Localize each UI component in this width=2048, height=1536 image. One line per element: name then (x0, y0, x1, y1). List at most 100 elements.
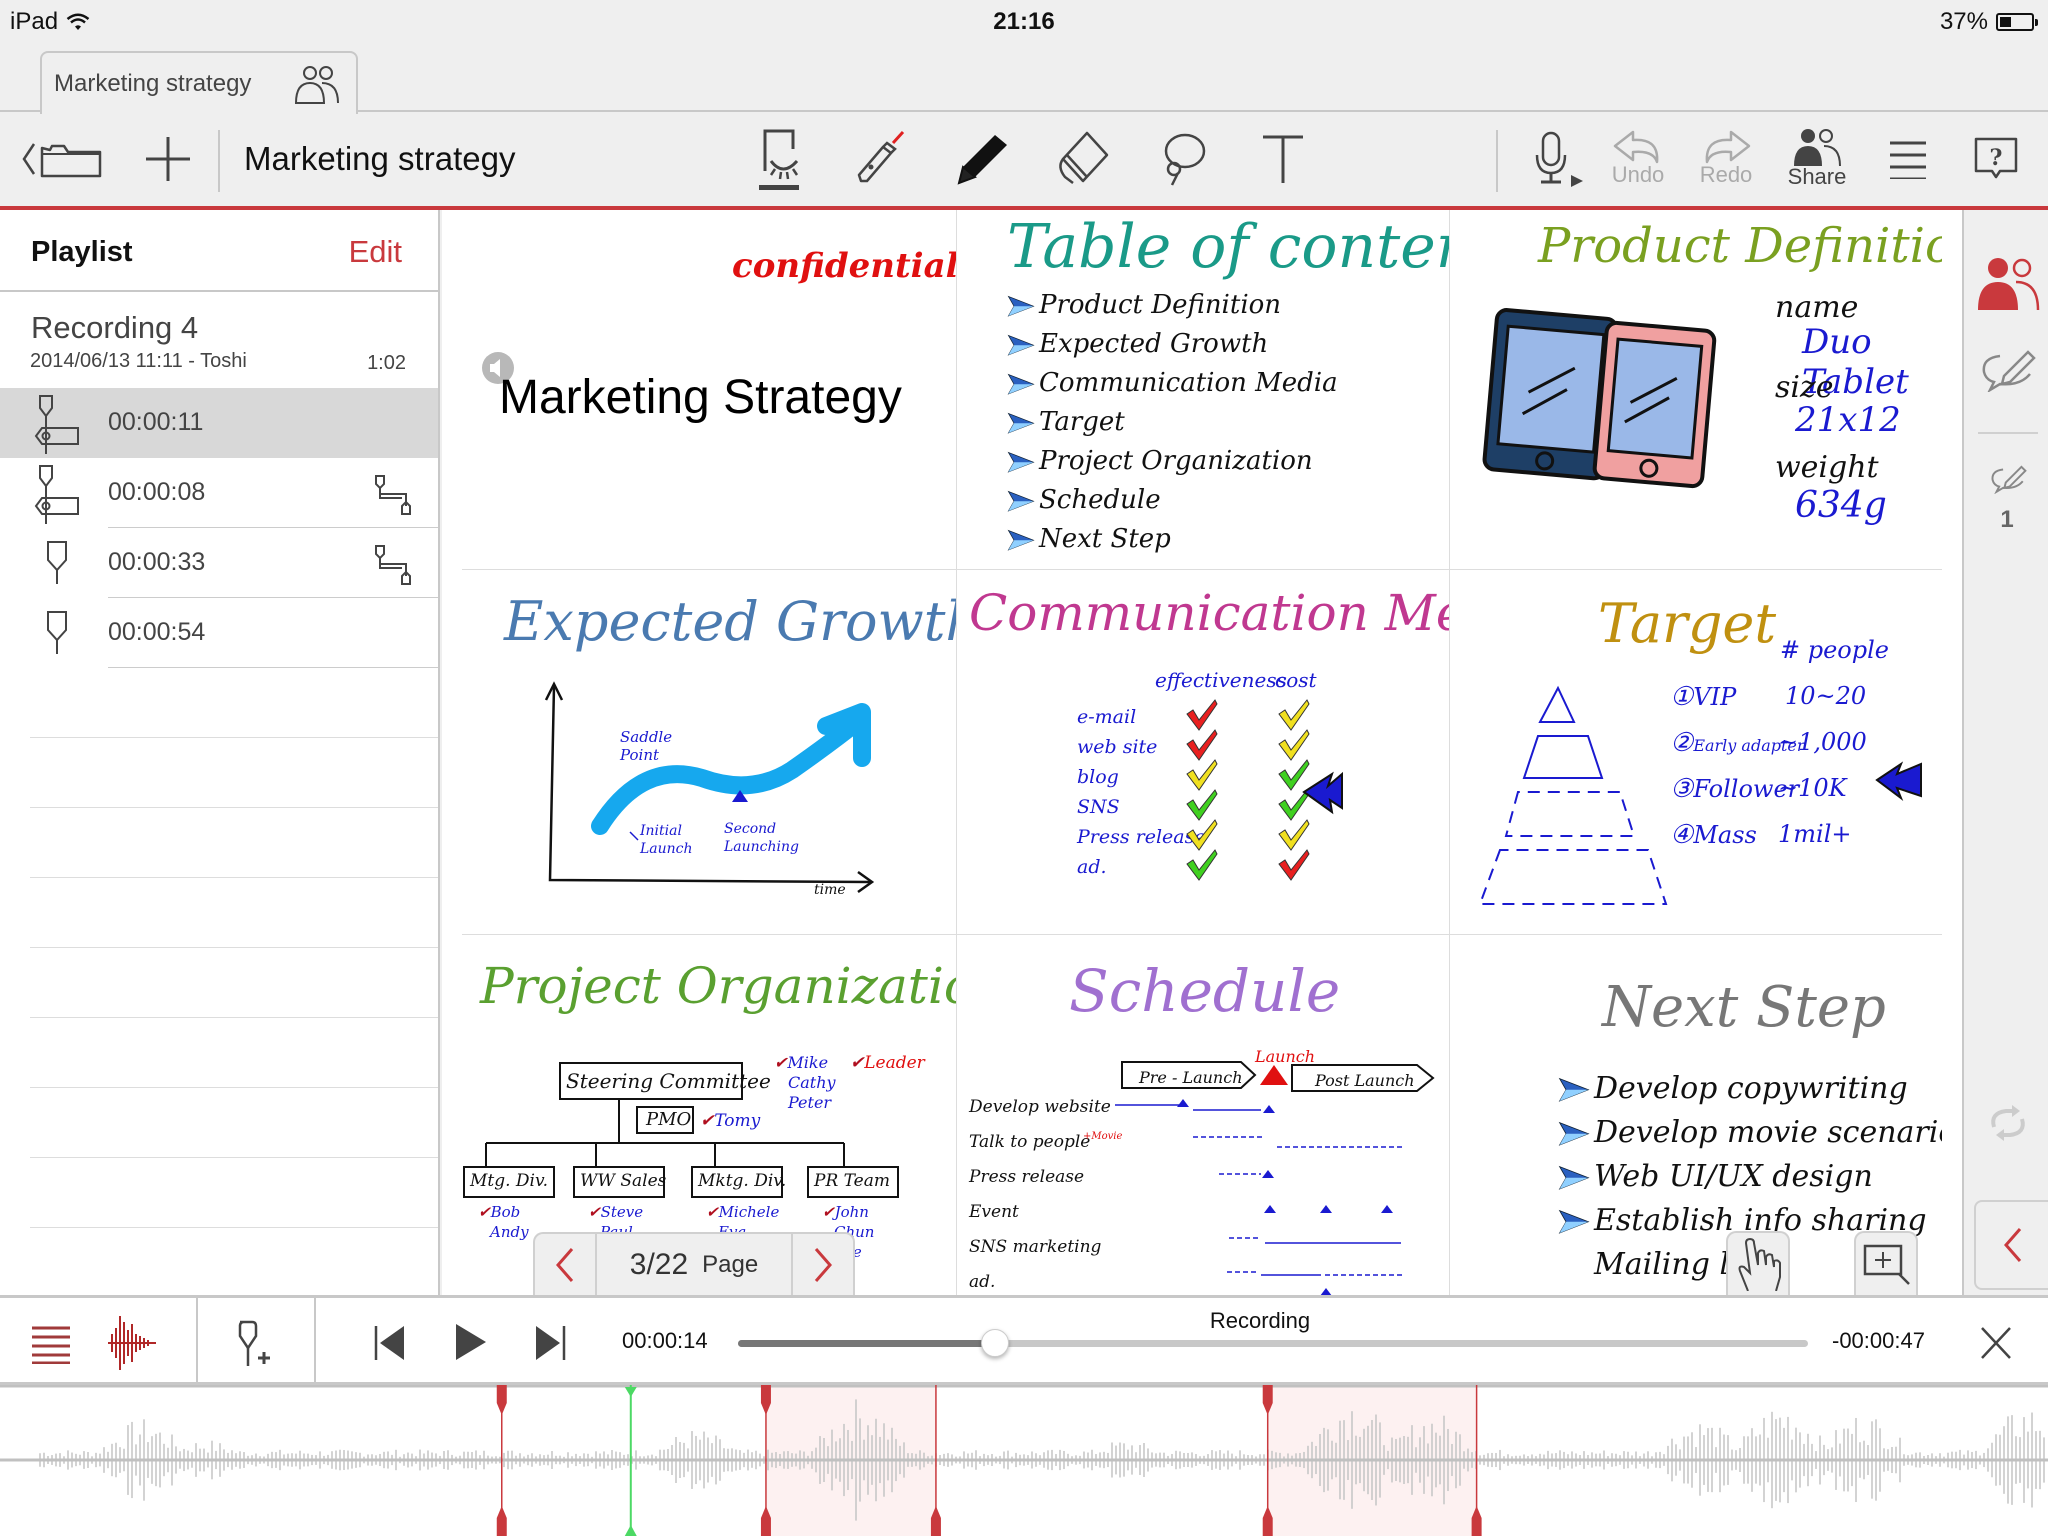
slide-schedule[interactable]: Schedule Launch Pre - Launch Post Launch… (957, 935, 1449, 1295)
next-step-item: Web UI/UX design (1558, 1155, 1942, 1199)
eraser-icon (1059, 131, 1109, 184)
hand-tool-button[interactable] (1726, 1231, 1790, 1295)
help-button[interactable]: ? (1968, 112, 2024, 206)
recording-name: Recording 4 (31, 310, 199, 345)
pre-launch-label: Pre - Launch (1139, 1068, 1243, 1087)
share-label: Share (1787, 164, 1847, 189)
page-indicator[interactable]: 3/22 Page (595, 1234, 793, 1295)
playback-slider-thumb[interactable] (980, 1329, 1009, 1357)
arrow-bullet-icon (1558, 1078, 1590, 1102)
document-tab[interactable]: Marketing strategy (40, 51, 358, 114)
previous-page-button[interactable] (535, 1234, 595, 1295)
next-page-button[interactable] (793, 1234, 853, 1295)
leader-check-icon: ✔ (774, 1053, 788, 1072)
toc-item: Schedule (1007, 481, 1338, 520)
red-check-icon (1278, 849, 1310, 881)
playlist-item[interactable]: 00:00:11 (0, 388, 438, 458)
arrow-bullet-icon (1558, 1210, 1590, 1234)
branch-icon[interactable] (374, 544, 414, 593)
document-tab-title: Marketing strategy (54, 69, 252, 97)
time-axis-label: time (814, 882, 846, 898)
notebook-canvas[interactable]: confidential Marketing Strategy Table of… (442, 210, 1962, 1295)
comm-title: Communication Media (969, 584, 1449, 642)
arrow-bullet-icon (1007, 490, 1035, 512)
effectiveness-header: effectiveness (1155, 668, 1287, 692)
zoom-in-button[interactable] (1854, 1231, 1918, 1295)
close-player-icon[interactable] (1980, 1326, 2012, 1360)
share-button[interactable]: Share (1780, 112, 1854, 206)
slide-table-of-contents[interactable]: Table of contents Product DefinitionExpe… (957, 210, 1449, 569)
comment-count: 1 (2000, 506, 2014, 533)
empty-row (0, 1018, 438, 1088)
team-box: Mktg. Div. (698, 1171, 787, 1191)
schedule-task: Develop website (969, 1097, 1111, 1117)
back-to-folder-button[interactable] (18, 112, 104, 206)
empty-row (0, 1228, 438, 1298)
tablet-illustration (1482, 308, 1717, 489)
undo-label: Undo (1611, 162, 1665, 187)
team-member: ✔Michele (706, 1203, 780, 1221)
slide-target[interactable]: Target # people ①VIP 10~20 ②Early adapter ~… (1450, 570, 1942, 934)
initial-launch-label: Initial Launch (640, 823, 693, 857)
list-view-icon[interactable] (30, 1324, 72, 1364)
eraser-tool[interactable] (1052, 112, 1114, 206)
red-check-icon (1186, 729, 1218, 761)
pen-tool[interactable] (952, 112, 1014, 206)
view-mode-tool[interactable] (752, 112, 814, 206)
tab-bar: Marketing strategy (0, 40, 2048, 114)
add-page-button[interactable] (140, 112, 196, 206)
target-count: 1mil+ (1778, 820, 1852, 848)
size-value: 21x12 (1795, 400, 1901, 440)
chevron-left-icon (556, 1247, 574, 1282)
lasso-icon (1164, 133, 1206, 186)
add-bookmark-icon[interactable] (236, 1320, 272, 1368)
bookmark-time: 00:00:11 (108, 408, 204, 436)
team-member: Andy (490, 1223, 529, 1241)
sync-icon[interactable] (1986, 1103, 2030, 1143)
playlist-item[interactable]: 00:00:08 (0, 458, 438, 528)
slide-title-page[interactable]: confidential Marketing Strategy (462, 210, 956, 569)
schedule-task: ad. (969, 1272, 996, 1292)
team-box: Mtg. Div. (470, 1171, 548, 1191)
green-check-icon (1186, 789, 1218, 821)
page-number: 3/22 (629, 1247, 689, 1281)
menu-button[interactable] (1880, 112, 1936, 206)
skip-forward-icon[interactable] (534, 1324, 566, 1362)
annotation-icon[interactable] (1980, 346, 2038, 392)
slide-communication-media[interactable]: Communication Media effectiveness cost e… (957, 570, 1449, 934)
toc-item: Expected Growth (1007, 325, 1338, 364)
playlist-item[interactable]: 00:00:54 (0, 598, 438, 668)
branch-icon[interactable] (374, 474, 414, 523)
edit-button[interactable]: Edit (349, 234, 402, 270)
empty-row (0, 738, 438, 808)
undo-button[interactable]: Undo (1604, 112, 1672, 206)
lasso-tool[interactable] (1152, 112, 1214, 206)
comments-icon[interactable] (1990, 462, 2028, 494)
green-check-icon (1186, 849, 1218, 881)
steering-member: Cathy (788, 1073, 836, 1092)
team-box: WW Sales (580, 1171, 667, 1191)
play-icon[interactable] (454, 1322, 488, 1362)
playback-slider[interactable] (738, 1340, 1808, 1347)
redo-button[interactable]: Redo (1692, 112, 1760, 206)
collapse-sidebar-button[interactable] (1974, 1200, 2048, 1290)
toc-item: Target (1007, 403, 1338, 442)
recording-entry[interactable]: Recording 4 2014/06/13 11:11 - Toshi 1:0… (0, 292, 438, 388)
skip-back-icon[interactable] (374, 1324, 406, 1362)
highlight-arrow-icon (1875, 761, 1922, 801)
playlist-item[interactable]: 00:00:33 (0, 528, 438, 598)
audio-waveform[interactable] (0, 1385, 2048, 1536)
collaborators-icon[interactable] (1976, 256, 2042, 310)
laser-pointer-tool[interactable] (850, 112, 912, 206)
slide-product-definition[interactable]: Product Definition name Duo Tablet size … (1450, 210, 1942, 569)
arrow-bullet-icon (1558, 1166, 1590, 1190)
name-label: name (1775, 290, 1859, 325)
bookmark-time: 00:00:54 (108, 618, 206, 646)
toc-item: Product Definition (1007, 286, 1338, 325)
next-step-title: Next Step (1602, 975, 1886, 1040)
text-tool[interactable] (1252, 112, 1314, 206)
people-header: # people (1780, 636, 1889, 664)
record-button[interactable] (1526, 112, 1592, 206)
slide-expected-growth[interactable]: Expected Growth Saddle Point Initial Launc… (462, 570, 956, 934)
waveform-view-icon[interactable] (106, 1316, 158, 1370)
